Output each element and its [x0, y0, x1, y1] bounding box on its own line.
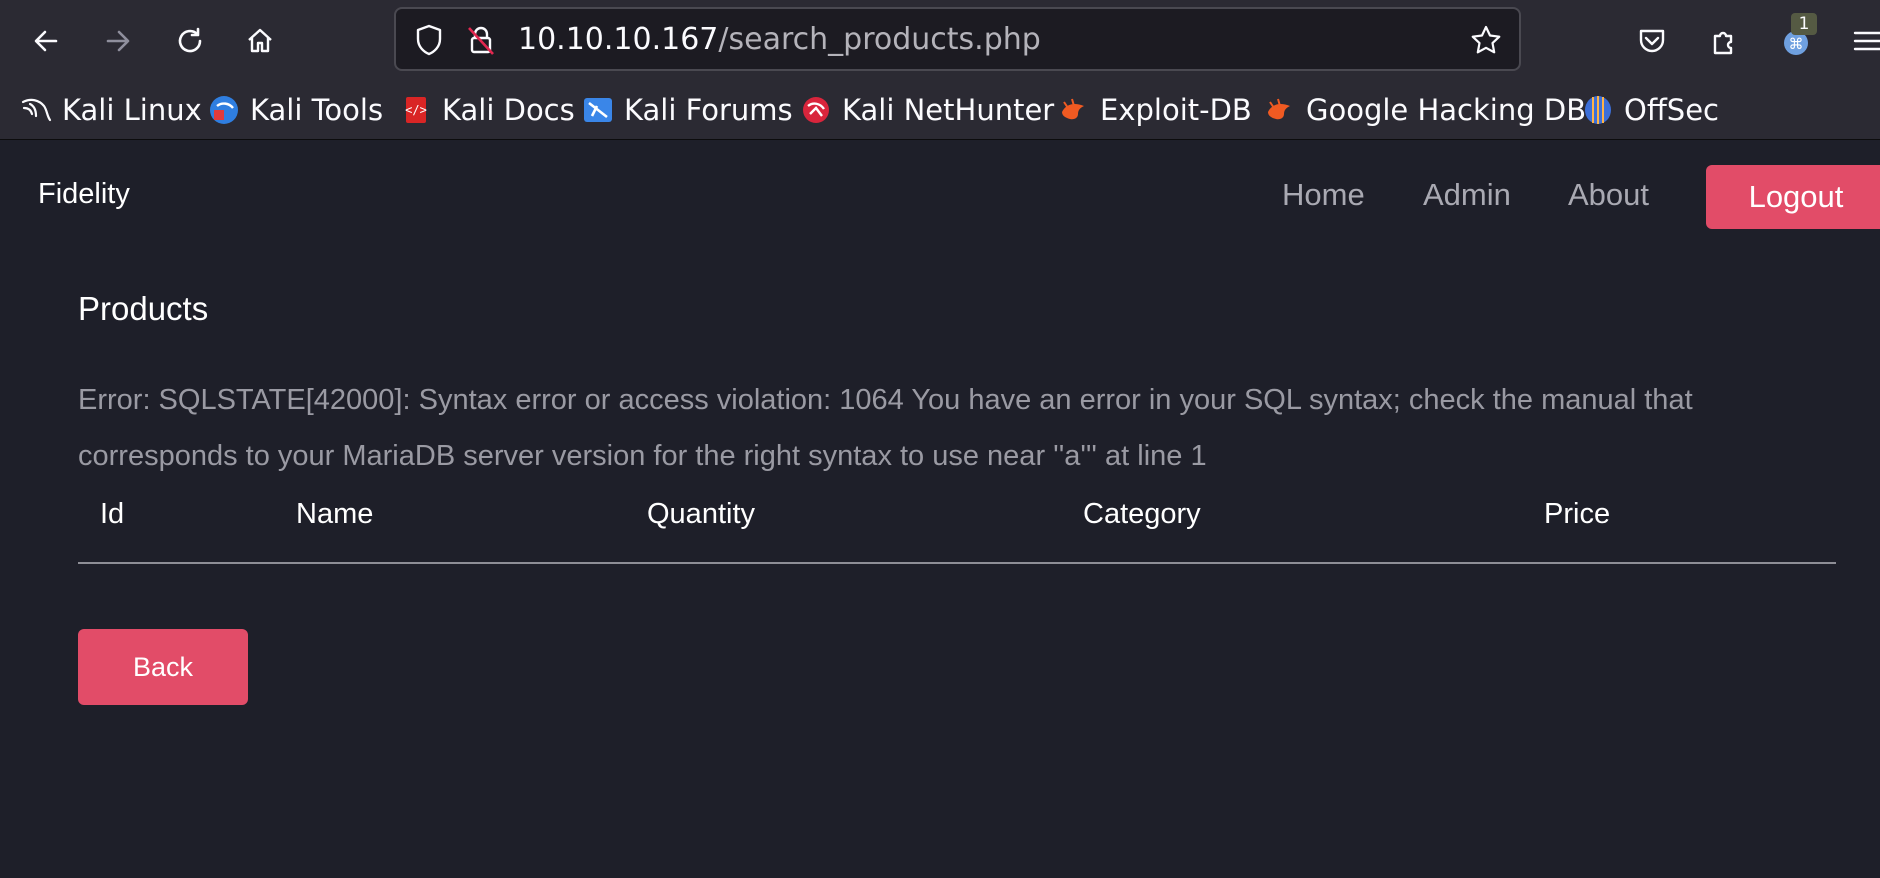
browser-toolbar: 10.10.10.167/search_products.php ⌘ 1 [0, 0, 1880, 82]
sql-error-message: Error: SQLSTATE[42000]: Syntax error or … [78, 384, 1693, 472]
tracking-shield-icon[interactable] [412, 23, 446, 57]
bookmark-label: OffSec [1624, 93, 1720, 127]
nav-home-link[interactable]: Home [1282, 177, 1365, 213]
svg-text:⌘: ⌘ [1789, 35, 1804, 53]
bookmark-label: Google Hacking DB [1306, 93, 1587, 127]
bookmark-kali-tools[interactable]: Kali Tools [208, 90, 383, 130]
kali-tools-icon [208, 94, 240, 126]
kali-forums-icon [582, 94, 614, 126]
products-table-header: Id Name Quantity Category Price [78, 488, 1836, 564]
bookmark-kali-forums[interactable]: Kali Forums [582, 90, 793, 130]
bookmark-star-icon[interactable] [1469, 23, 1503, 57]
bookmark-offsec[interactable]: OffSec [1582, 90, 1719, 130]
extensions-puzzle-icon[interactable] [1700, 17, 1748, 65]
offsec-icon [1582, 94, 1614, 126]
back-arrow-icon[interactable] [22, 17, 70, 65]
url-text[interactable]: 10.10.10.167/search_products.php [518, 21, 1041, 59]
column-header-id: Id [100, 498, 125, 530]
forward-arrow-icon[interactable] [94, 17, 142, 65]
kali-dragon-icon [20, 94, 52, 126]
url-host: 10.10.10.167 [518, 22, 719, 57]
site-brand[interactable]: Fidelity [38, 178, 130, 211]
column-header-name: Name [296, 498, 374, 530]
url-bar[interactable]: 10.10.10.167/search_products.php [394, 7, 1521, 71]
ghdb-icon [1264, 94, 1296, 126]
pocket-icon[interactable] [1628, 17, 1676, 65]
page-title: Products [78, 290, 209, 327]
exploit-db-icon [1058, 94, 1090, 126]
kali-nethunter-icon [800, 94, 832, 126]
bookmark-label: Kali Forums [624, 93, 793, 127]
hamburger-menu-icon[interactable] [1844, 17, 1880, 65]
bookmark-label: Kali Linux [62, 93, 202, 127]
extension-badge: 1 [1791, 13, 1817, 35]
bookmark-label: Kali NetHunter [842, 93, 1055, 127]
bookmark-exploit-db[interactable]: Exploit-DB [1058, 90, 1252, 130]
back-button[interactable]: Back [78, 629, 248, 705]
insecure-lock-icon[interactable] [464, 23, 498, 57]
bookmark-google-hacking-db[interactable]: Google Hacking DB [1264, 90, 1586, 130]
bookmarks-toolbar: Kali Linux Kali Tools </> Kali Docs Kali… [0, 82, 1880, 140]
bookmark-label: Kali Docs [442, 93, 575, 127]
bookmark-kali-linux[interactable]: Kali Linux [20, 90, 202, 130]
bookmark-kali-nethunter[interactable]: Kali NetHunter [800, 90, 1054, 130]
column-header-price: Price [1544, 498, 1611, 530]
bookmark-label: Kali Tools [250, 93, 384, 127]
column-header-category: Category [1083, 498, 1201, 530]
bookmark-kali-docs[interactable]: </> Kali Docs [400, 90, 575, 130]
web-page: Fidelity Home Admin About Logout Product… [0, 140, 1880, 878]
column-header-quantity: Quantity [647, 498, 755, 530]
home-icon[interactable] [236, 17, 284, 65]
url-path: /search_products.php [718, 22, 1041, 57]
nav-about-link[interactable]: About [1568, 177, 1649, 213]
reload-icon[interactable] [166, 17, 214, 65]
svg-text:</>: </> [405, 103, 427, 117]
nav-admin-link[interactable]: Admin [1423, 177, 1511, 213]
kali-docs-icon: </> [400, 94, 432, 126]
logout-button[interactable]: Logout [1706, 165, 1880, 229]
bookmark-label: Exploit-DB [1100, 93, 1252, 127]
